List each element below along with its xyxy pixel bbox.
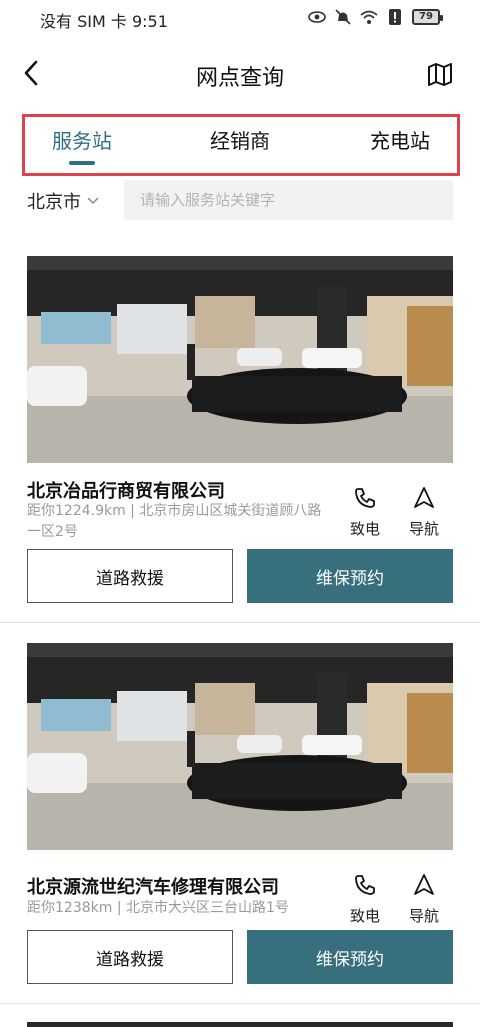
navigate-button[interactable]: 导航 [404,871,444,926]
phone-icon [355,875,375,895]
status-icons: 79 [308,8,443,26]
call-button[interactable]: 致电 [345,871,385,926]
road-rescue-button[interactable]: 道路救援 [27,549,233,603]
tab-service-station[interactable]: 服务站 [47,125,117,165]
search-input[interactable] [124,180,453,220]
divider [0,1003,480,1004]
next-card-image-peek [27,1022,453,1027]
tab-dealer[interactable]: 经销商 [205,125,275,165]
station-address: 距你1238km | 北京市大兴区三台山路1号 [27,900,289,916]
alert-icon [389,9,401,25]
page-title: 网点查询 [195,66,284,91]
navigate-label: 导航 [408,907,439,925]
maintenance-booking-button[interactable]: 维保预约 [247,549,453,603]
call-label: 致电 [349,520,380,538]
station-card: 北京源流世纪汽车修理有限公司 距你1238km | 北京市大兴区三台山路1号 致… [0,643,480,1003]
navigation-arrow-icon [414,874,434,895]
road-rescue-button[interactable]: 道路救援 [27,930,233,984]
tab-label: 经销商 [210,129,270,153]
phone-icon [355,488,375,508]
navigate-label: 导航 [408,520,439,538]
tab-label: 充电站 [370,129,430,153]
map-icon [428,63,452,86]
filter-row: 北京市 [0,180,480,220]
nav-bar: 网点查询 [0,48,480,100]
showroom-illustration [27,643,453,850]
tab-charging-station[interactable]: 充电站 [365,125,435,165]
chevron-down-icon [87,197,99,205]
showroom-image[interactable] [27,643,453,850]
station-name: 北京冶品行商贸有限公司 [27,481,225,502]
status-bar: 没有 SIM 卡 9:51 79 [0,0,480,38]
mute-bell-icon [335,9,351,25]
maintenance-booking-button[interactable]: 维保预约 [247,930,453,984]
status-carrier-time: 没有 SIM 卡 9:51 [40,12,168,31]
wifi-icon [360,10,378,24]
active-tab-indicator [69,161,95,165]
showroom-image[interactable] [27,256,453,463]
eye-icon [308,11,326,23]
navigate-button[interactable]: 导航 [404,484,444,539]
map-button[interactable] [424,58,456,90]
tab-label: 服务站 [52,129,112,153]
city-select[interactable]: 北京市 [27,188,99,214]
battery-icon: 79 [412,9,443,25]
showroom-illustration [27,256,453,463]
divider [0,622,480,623]
station-name: 北京源流世纪汽车修理有限公司 [27,877,279,898]
city-label: 北京市 [27,192,81,213]
call-label: 致电 [349,907,380,925]
navigation-arrow-icon [414,487,434,508]
call-button[interactable]: 致电 [345,484,385,539]
tabs-highlight-box: 服务站 经销商 充电站 [22,114,460,176]
station-card: 北京冶品行商贸有限公司 距你1224.9km | 北京市房山区城关街道顾八路一区… [0,256,480,622]
station-address: 距你1224.9km | 北京市房山区城关街道顾八路一区2号 [27,503,322,540]
